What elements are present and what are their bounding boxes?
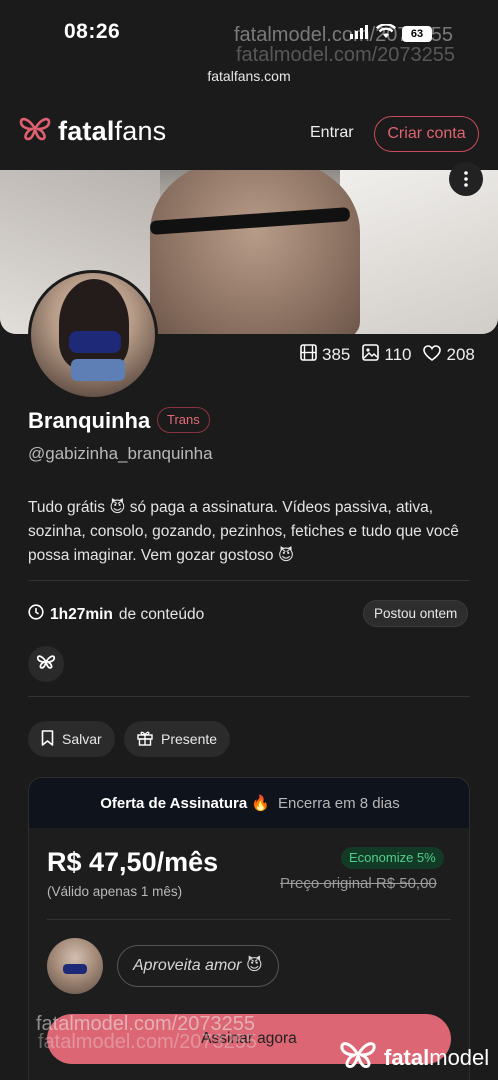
save-label: Salvar bbox=[62, 731, 102, 747]
battery-icon: 63 bbox=[402, 26, 432, 42]
signup-button[interactable]: Criar conta bbox=[374, 116, 479, 152]
offer-header: Oferta de Assinatura 🔥 Encerra em 8 dias bbox=[29, 778, 469, 828]
fatalfans-link-button[interactable] bbox=[28, 646, 64, 682]
divider bbox=[28, 580, 470, 581]
logo-text-bold: fatal bbox=[58, 116, 115, 146]
creator-avatar bbox=[47, 938, 103, 994]
profile-bio: Tudo grátis 😈 só paga a assinatura. Víde… bbox=[28, 499, 459, 564]
divider bbox=[47, 919, 451, 920]
profile-avatar[interactable] bbox=[28, 270, 158, 400]
fatalmodel-light: model bbox=[429, 1045, 490, 1070]
stat-videos-count: 385 bbox=[322, 345, 351, 364]
economy-badge: Economize 5% bbox=[341, 847, 444, 869]
more-options-icon[interactable] bbox=[449, 162, 483, 196]
gift-button[interactable]: Presente bbox=[124, 721, 231, 757]
butterfly-logo-icon bbox=[18, 116, 52, 147]
status-time: 08:26 bbox=[64, 20, 121, 43]
butterfly-watermark-icon bbox=[338, 1040, 378, 1076]
butterfly-icon bbox=[36, 654, 56, 675]
save-button[interactable]: Salvar bbox=[28, 721, 115, 757]
stat-likes: 208 bbox=[423, 344, 475, 366]
posted-badge: Postou ontem bbox=[363, 600, 469, 627]
offer-validity: (Válido apenas 1 mês) bbox=[47, 884, 183, 899]
divider bbox=[28, 696, 470, 697]
address-bar-url[interactable]: fatalfans.com bbox=[0, 68, 498, 84]
duration-suffix: de conteúdo bbox=[118, 605, 205, 623]
category-badge[interactable]: Trans bbox=[157, 407, 210, 433]
heart-icon bbox=[423, 344, 442, 366]
gift-label: Presente bbox=[161, 731, 218, 747]
creator-message-bubble: Aproveita amor 😈 bbox=[117, 945, 279, 987]
film-icon bbox=[300, 344, 317, 366]
profile-stats: 385 110 208 bbox=[300, 344, 475, 366]
screen: 08:26 fatalmodel.com/2073255 fatalmodel.… bbox=[0, 0, 498, 1080]
offer-ends: Encerra em 8 dias bbox=[278, 794, 400, 812]
bookmark-icon bbox=[41, 729, 54, 749]
stat-photos: 110 bbox=[362, 344, 411, 366]
wifi-icon bbox=[375, 23, 397, 44]
profile-name: Branquinha bbox=[28, 408, 151, 433]
stat-videos: 385 bbox=[300, 344, 350, 366]
image-icon bbox=[362, 344, 380, 366]
duration-value: 1h27min bbox=[50, 605, 113, 623]
logo-text: fatalfans bbox=[58, 116, 166, 147]
fatalmodel-bold: fatal bbox=[384, 1045, 430, 1070]
stat-photos-count: 110 bbox=[384, 345, 412, 364]
fatalmodel-text: fatalmodel bbox=[384, 1045, 489, 1071]
gift-icon bbox=[137, 730, 153, 749]
stat-likes-count: 208 bbox=[446, 345, 475, 364]
status-icons: 63 bbox=[350, 23, 432, 44]
watermark-top-shadow: fatalmodel.com/2073255 bbox=[236, 44, 456, 66]
logo-text-light: fans bbox=[114, 116, 167, 146]
watermark-bottom-shadow: fatalmodel.com/2073255 bbox=[38, 1031, 258, 1053]
profile-handle: @gabizinha_branquinha bbox=[28, 444, 213, 463]
offer-price: R$ 47,50/mês bbox=[47, 847, 219, 877]
login-link[interactable]: Entrar bbox=[310, 124, 354, 142]
content-duration: 1h27min de conteúdo bbox=[28, 604, 204, 625]
fatalmodel-watermark-logo: fatalmodel bbox=[338, 1040, 489, 1076]
signal-icon bbox=[350, 24, 370, 44]
offer-title: Oferta de Assinatura 🔥 bbox=[100, 795, 271, 812]
clock-icon bbox=[28, 604, 44, 625]
original-price: Preço original R$ 50,00 bbox=[280, 875, 437, 892]
fatalfans-logo[interactable]: fatalfans bbox=[18, 116, 166, 147]
